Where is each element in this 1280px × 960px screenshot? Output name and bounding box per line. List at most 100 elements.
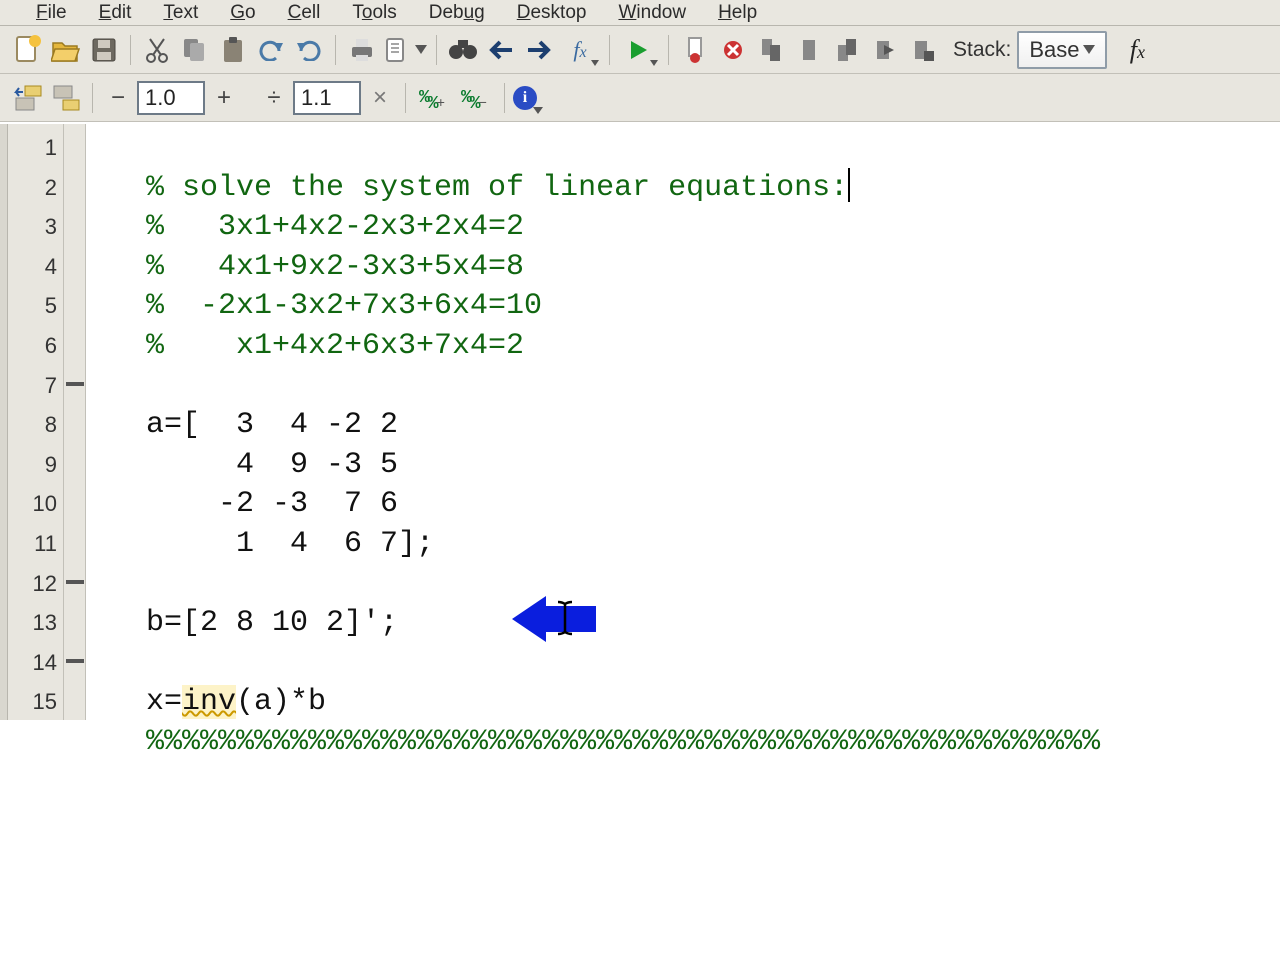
line-number[interactable]: 1 (8, 128, 63, 168)
function-browser-button[interactable]: fx (559, 32, 601, 68)
copy-icon (182, 37, 208, 63)
menu-text[interactable]: Text (147, 0, 214, 27)
find-button[interactable] (445, 32, 481, 68)
chevron-down-icon (591, 60, 599, 66)
fold-gutter (64, 124, 86, 720)
code-line: % -2x1-3x2+7x3+6x4=10 (146, 289, 542, 323)
publish-button[interactable] (382, 32, 428, 68)
folder-open-icon (51, 37, 81, 63)
paste-button[interactable] (215, 32, 251, 68)
menu-help[interactable]: Help (702, 0, 773, 27)
cell-insert-below-button[interactable] (48, 80, 84, 116)
fold-marker[interactable] (66, 382, 84, 386)
redo-icon (295, 39, 323, 61)
menu-file[interactable]: File (20, 0, 83, 27)
breakpoint-set-button[interactable] (677, 32, 713, 68)
zoom-minus-button[interactable]: − (101, 81, 135, 115)
chevron-down-icon (1083, 45, 1095, 54)
new-file-button[interactable] (10, 32, 46, 68)
menu-cell[interactable]: Cell (272, 0, 337, 27)
toolbar-separator (668, 35, 669, 65)
line-number[interactable]: 7 (8, 366, 63, 406)
code-line: % solve the system of linear equations: (146, 171, 848, 205)
cell-insert-below-icon (51, 84, 81, 112)
run-button[interactable] (618, 32, 660, 68)
undo-icon (257, 39, 285, 61)
scroll-gutter[interactable] (0, 124, 8, 720)
continue-button[interactable] (867, 32, 903, 68)
cell-toolbar: − + ÷ × %%+ %%− i (0, 74, 1280, 122)
menu-go[interactable]: Go (214, 0, 271, 27)
fold-marker[interactable] (66, 580, 84, 584)
zoom-plus-button[interactable]: + (207, 81, 241, 115)
uncomment-button[interactable]: %%− (456, 81, 496, 115)
menu-edit[interactable]: Edit (83, 0, 148, 27)
line-number[interactable]: 12 (8, 564, 63, 604)
step-in-icon (758, 37, 784, 63)
annotation-arrow (404, 554, 488, 604)
cell-insert-above-button[interactable] (10, 80, 46, 116)
line-number[interactable]: 15 (8, 682, 63, 722)
step-button[interactable] (791, 32, 827, 68)
line-number[interactable]: 14 (8, 643, 63, 683)
zoom-b-input[interactable] (293, 81, 361, 115)
step-icon (797, 36, 821, 64)
line-number[interactable]: 8 (8, 405, 63, 445)
toolbar-separator (92, 83, 93, 113)
open-file-button[interactable] (48, 32, 84, 68)
exit-debug-button[interactable] (905, 32, 941, 68)
print-button[interactable] (344, 32, 380, 68)
fold-marker[interactable] (66, 659, 84, 663)
code-line: % 3x1+4x2-2x3+2x4=2 (146, 210, 524, 244)
undo-button[interactable] (253, 32, 289, 68)
stack-select[interactable]: Base (1017, 31, 1107, 69)
zoom-divide-button[interactable]: ÷ (257, 81, 291, 115)
step-out-button[interactable] (829, 32, 865, 68)
code-line: x=inv(a)*b (146, 685, 326, 719)
menu-window[interactable]: Window (602, 0, 702, 27)
text-cursor (848, 168, 850, 202)
cut-icon (145, 37, 169, 63)
continue-icon (872, 37, 898, 63)
redo-button[interactable] (291, 32, 327, 68)
code-line: 4 9 -3 5 (146, 448, 398, 482)
line-number[interactable]: 9 (8, 445, 63, 485)
menu-desktop[interactable]: Desktop (501, 0, 603, 27)
line-number[interactable]: 5 (8, 286, 63, 326)
breakpoint-clear-button[interactable] (715, 32, 751, 68)
toolbar-separator (405, 83, 406, 113)
code-line: b=[2 8 10 2]'; (146, 606, 398, 640)
code-line: % 4x1+9x2-3x3+5x4=8 (146, 250, 524, 284)
line-number[interactable]: 6 (8, 326, 63, 366)
copy-button[interactable] (177, 32, 213, 68)
line-number[interactable]: 10 (8, 484, 63, 524)
line-number[interactable]: 4 (8, 247, 63, 287)
line-number[interactable]: 11 (8, 524, 63, 564)
comment-button[interactable]: %%+ (414, 81, 454, 115)
next-button[interactable] (521, 32, 557, 68)
main-toolbar: fx Stack: Base fx (0, 26, 1280, 74)
line-number[interactable]: 13 (8, 603, 63, 643)
line-number[interactable]: 3 (8, 207, 63, 247)
cut-button[interactable] (139, 32, 175, 68)
zoom-a-input[interactable] (137, 81, 205, 115)
insert-fx-button[interactable]: fx (1119, 32, 1155, 68)
code-area[interactable]: % solve the system of linear equations: … (86, 124, 1280, 720)
chevron-down-icon (650, 60, 658, 66)
line-number[interactable]: 2 (8, 168, 63, 208)
info-button[interactable]: i (513, 86, 537, 110)
step-in-button[interactable] (753, 32, 789, 68)
menubar: File Edit Text Go Cell Tools Debug Deskt… (0, 0, 1280, 26)
toolbar-separator (609, 35, 610, 65)
publish-icon (383, 36, 411, 64)
code-line: % x1+4x2+6x3+7x4=2 (146, 329, 524, 363)
prev-button[interactable] (483, 32, 519, 68)
menu-debug[interactable]: Debug (413, 0, 501, 27)
save-button[interactable] (86, 32, 122, 68)
step-out-icon (834, 37, 860, 63)
zoom-clear-button[interactable]: × (363, 81, 397, 115)
menu-tools[interactable]: Tools (336, 0, 412, 27)
fx-icon: fx (573, 37, 586, 63)
arrow-left-icon (488, 40, 514, 60)
editor: 1 2 3 4 5 6 7 8 9 10 11 12 13 14 15 % so… (0, 124, 1280, 720)
